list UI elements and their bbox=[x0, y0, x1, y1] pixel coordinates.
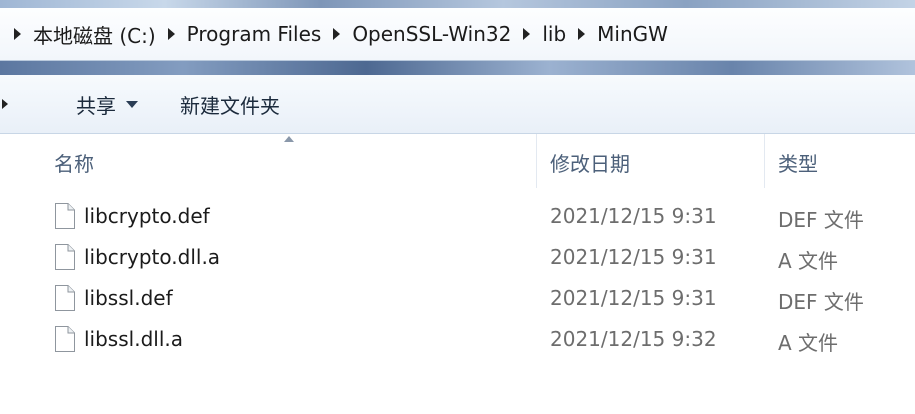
breadcrumb-lib[interactable]: lib bbox=[542, 22, 566, 46]
file-name: libcrypto.dll.a bbox=[84, 245, 221, 269]
file-date-modified: 2021/12/15 9:31 bbox=[550, 204, 717, 228]
breadcrumb-program-files[interactable]: Program Files bbox=[187, 22, 322, 46]
column-header-date-modified[interactable]: 修改日期 bbox=[550, 148, 630, 177]
file-date-modified: 2021/12/15 9:31 bbox=[550, 286, 717, 310]
breadcrumb-arrow-icon[interactable] bbox=[523, 28, 531, 40]
file-icon bbox=[55, 326, 75, 352]
file-icon bbox=[55, 203, 75, 229]
file-row[interactable]: libssl.def 2021/12/15 9:31 DEF 文件 bbox=[0, 280, 915, 321]
new-folder-button[interactable]: 新建文件夹 bbox=[180, 90, 280, 119]
file-type: A 文件 bbox=[778, 249, 839, 273]
breadcrumb-arrow-icon[interactable] bbox=[333, 28, 341, 40]
breadcrumb-openssl[interactable]: OpenSSL-Win32 bbox=[352, 22, 511, 46]
chevron-down-icon bbox=[126, 100, 138, 108]
new-folder-button-label: 新建文件夹 bbox=[180, 93, 280, 118]
file-date-modified: 2021/12/15 9:32 bbox=[550, 327, 717, 351]
breadcrumb-arrow-icon[interactable] bbox=[167, 28, 175, 40]
breadcrumb-arrow-icon[interactable] bbox=[14, 28, 21, 40]
file-row[interactable]: libssl.dll.a 2021/12/15 9:32 A 文件 bbox=[0, 321, 915, 362]
column-divider[interactable] bbox=[764, 134, 765, 188]
file-date-modified: 2021/12/15 9:31 bbox=[550, 245, 717, 269]
sort-ascending-icon bbox=[284, 136, 294, 142]
file-name: libcrypto.def bbox=[84, 204, 210, 228]
command-toolbar: 共享 新建文件夹 bbox=[0, 75, 915, 134]
share-button[interactable]: 共享 bbox=[76, 90, 138, 119]
toolbar-overflow-arrow-icon[interactable] bbox=[2, 99, 8, 109]
file-name: libssl.dll.a bbox=[84, 327, 183, 351]
address-bar[interactable]: 本地磁盘 (C:) Program Files OpenSSL-Win32 li… bbox=[0, 8, 915, 61]
window-frame-top bbox=[0, 0, 915, 8]
file-icon bbox=[55, 244, 75, 270]
file-icon bbox=[55, 285, 75, 311]
window-frame-strip bbox=[0, 61, 915, 75]
column-divider[interactable] bbox=[536, 134, 537, 188]
column-header-name[interactable]: 名称 bbox=[54, 148, 94, 177]
column-header-type[interactable]: 类型 bbox=[778, 148, 818, 177]
breadcrumb-arrow-icon[interactable] bbox=[578, 28, 586, 40]
breadcrumb-local-disk[interactable]: 本地磁盘 (C:) bbox=[33, 20, 156, 49]
file-type: DEF 文件 bbox=[778, 208, 864, 232]
file-type: DEF 文件 bbox=[778, 290, 864, 314]
breadcrumb-mingw[interactable]: MinGW bbox=[597, 22, 668, 46]
file-type: A 文件 bbox=[778, 331, 839, 355]
file-row[interactable]: libcrypto.def 2021/12/15 9:31 DEF 文件 bbox=[0, 198, 915, 239]
column-header: 名称 修改日期 类型 bbox=[0, 134, 915, 188]
share-button-label: 共享 bbox=[76, 93, 116, 118]
file-row[interactable]: libcrypto.dll.a 2021/12/15 9:31 A 文件 bbox=[0, 239, 915, 280]
file-list: libcrypto.def 2021/12/15 9:31 DEF 文件 lib… bbox=[0, 198, 915, 362]
file-name: libssl.def bbox=[84, 286, 173, 310]
